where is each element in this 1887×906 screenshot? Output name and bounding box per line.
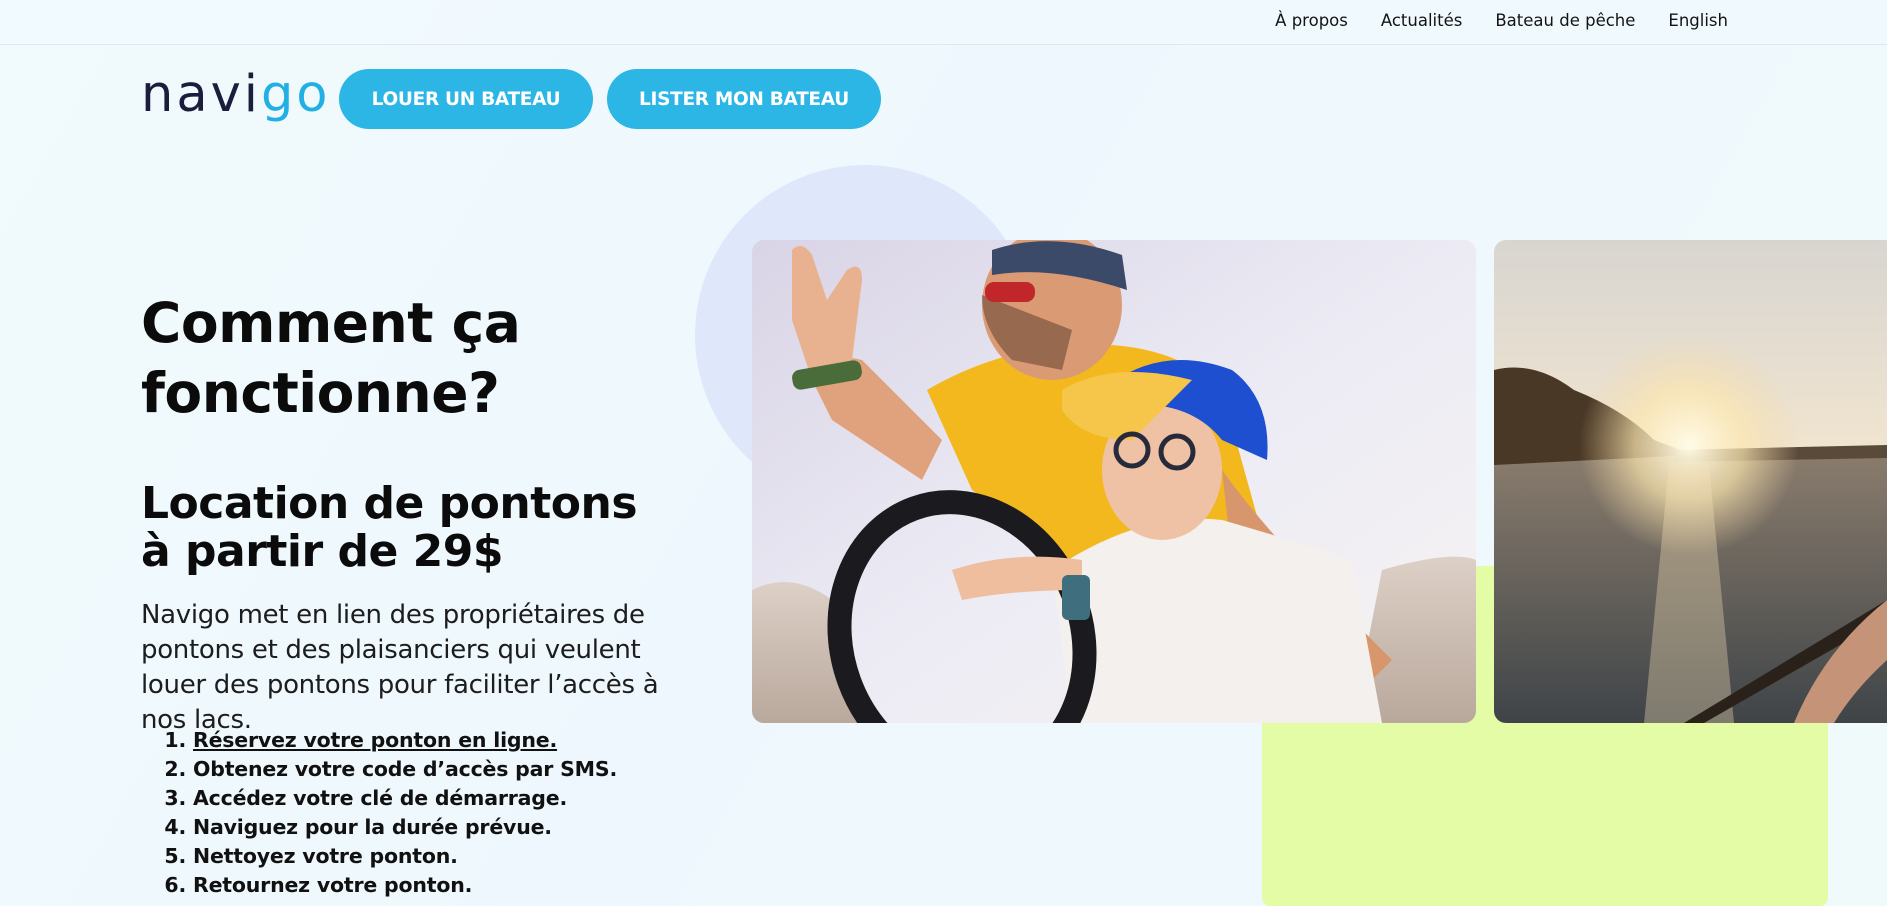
top-nav-list: À propos Actualités Bateau de pêche Engl… xyxy=(1242,11,1728,30)
boaters-photo-illustration xyxy=(752,240,1476,723)
nav-link-about[interactable]: À propos xyxy=(1275,11,1348,30)
hero-photo-boaters xyxy=(752,240,1476,723)
list-item: Accédez votre clé de démarrage. xyxy=(193,784,617,813)
logo-text-dark: navi xyxy=(141,64,261,124)
how-it-works-steps: Réservez votre ponton en ligne. Obtenez … xyxy=(141,726,617,900)
navigo-logo[interactable]: navi go xyxy=(141,66,331,122)
list-item: Naviguez pour la durée prévue. xyxy=(193,813,617,842)
pricing-heading: Location de pontons à partir de 29$ xyxy=(141,480,701,576)
list-item: Obtenez votre code d’accès par SMS. xyxy=(193,755,617,784)
list-my-boat-button[interactable]: LISTER MON BATEAU xyxy=(607,69,881,129)
nav-link-fishing-boat[interactable]: Bateau de pêche xyxy=(1495,11,1635,30)
rent-boat-button[interactable]: LOUER UN BATEAU xyxy=(339,69,593,129)
pricing-heading-line1: Location de pontons xyxy=(141,478,638,529)
nav-link-language[interactable]: English xyxy=(1668,11,1728,30)
list-item: Nettoyez votre ponton. xyxy=(193,842,617,871)
reserve-online-link[interactable]: Réservez votre ponton en ligne. xyxy=(193,728,557,752)
nav-link-news[interactable]: Actualités xyxy=(1381,11,1463,30)
logo-text-blue: go xyxy=(260,64,331,124)
list-item: Retournez votre ponton. xyxy=(193,871,617,900)
lake-sunset-illustration xyxy=(1494,240,1887,723)
pricing-heading-line2: à partir de 29$ xyxy=(141,526,504,577)
intro-paragraph: Navigo met en lien des propriétaires de … xyxy=(141,600,659,735)
list-item[interactable]: Réservez votre ponton en ligne. xyxy=(193,726,617,755)
top-navigation: À propos Actualités Bateau de pêche Engl… xyxy=(0,0,1887,45)
page-title: Comment ça fonctionne? xyxy=(141,291,521,425)
hero-photo-lake-sunset xyxy=(1494,240,1887,723)
